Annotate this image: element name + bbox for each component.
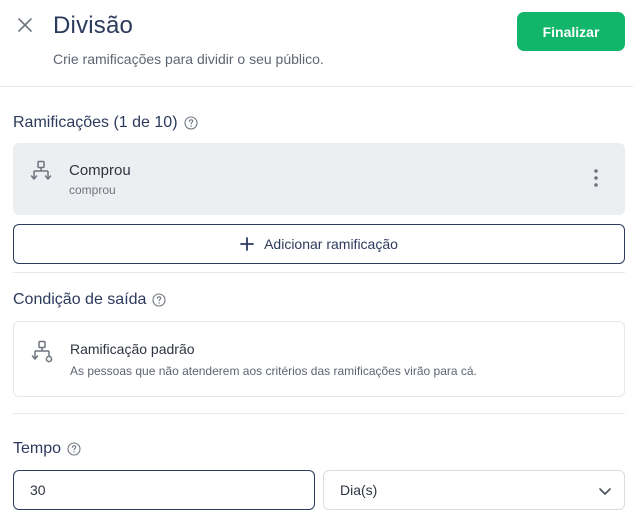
section-divider [13,413,625,414]
branch-name: Comprou [69,162,131,179]
time-unit-select[interactable]: Dia(s) [323,470,625,510]
add-branch-button[interactable]: Adicionar ramificação [13,224,625,264]
time-section-title: Tempo [13,440,81,458]
time-title-text: Tempo [13,440,62,457]
default-branch-description: As pessoas que não atenderem aos critéri… [70,364,477,378]
default-branch-name: Ramificação padrão [70,341,195,357]
plus-icon [240,237,254,251]
branch-description: comprou [69,183,116,197]
add-branch-label: Adicionar ramificação [264,236,398,252]
exit-section-title: Condição de saída [13,291,166,309]
split-panel: Divisão Crie ramificações para dividir o… [0,0,633,532]
branch-card[interactable]: Comprou comprou [13,143,625,215]
help-icon[interactable] [152,293,166,307]
branch-split-icon [30,160,52,180]
more-options-icon[interactable] [589,167,603,189]
time-value-input[interactable] [13,470,315,510]
time-unit-value: Dia(s) [340,482,378,498]
help-icon[interactable] [183,116,198,130]
help-icon[interactable] [67,442,81,456]
default-branch-card: Ramificação padrão As pessoas que não at… [13,321,625,397]
page-subtitle: Crie ramificações para dividir o seu púb… [53,51,324,67]
exit-title-text: Condição de saída [13,291,147,308]
branches-section-title: Ramificações (1 de 10) [13,114,198,132]
branches-title-text: Ramificações (1 de 10) [13,114,178,131]
finish-button[interactable]: Finalizar [517,12,625,51]
close-icon[interactable] [14,14,36,36]
header-divider [0,86,633,87]
chevron-down-icon [599,488,611,495]
page-title: Divisão [53,12,134,39]
default-branch-icon [31,340,53,363]
section-divider [13,272,625,273]
